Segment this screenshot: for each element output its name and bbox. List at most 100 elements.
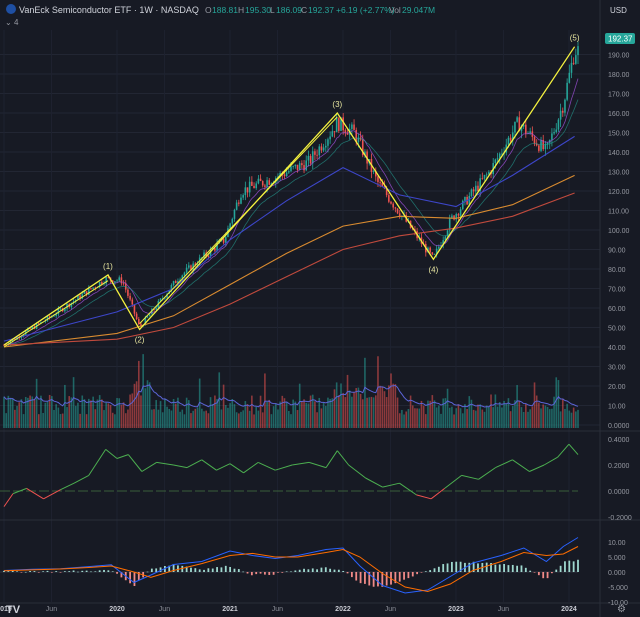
candle-body [377,176,379,183]
oscillator-tick-label: 0.4000 [608,437,630,444]
price-tick-label: 160.00 [608,111,630,118]
price-chart[interactable]: (1) (2) (3) (4) (5) 190.00 180.00 170.00 160.00… [0,0,640,617]
tradingview-logo[interactable]: TV [6,604,21,616]
volume-bar [268,399,271,428]
volume-bar [416,408,418,428]
volume-bar [411,405,414,428]
candle-body [372,170,375,172]
volume-bar [479,404,481,428]
candle-body [333,131,336,133]
volume-bar [453,414,455,428]
macd-histogram-bar [507,565,510,572]
wave-label: (5) [570,34,580,43]
candle-body [268,180,271,185]
symbol-title[interactable]: VanEck Semiconductor ETF · 1W · NASDAQ [19,5,199,15]
candle-body [544,144,547,150]
volume-bar [548,409,551,428]
volume-bar [488,406,490,428]
volume-bar [96,399,99,428]
volume-bar [151,409,153,428]
volume-bar [381,386,384,428]
indicator-count[interactable]: 4 [14,18,19,27]
macd-histogram-bar [81,570,84,572]
macd-histogram-bar [346,572,349,574]
candle-body [494,159,497,164]
candle-body [453,215,455,220]
candle-body [429,247,431,253]
macd-histogram-bar [546,572,549,579]
candle-body [229,223,231,229]
candle-body [351,124,353,129]
macd-histogram-bar [542,572,545,579]
macd-histogram-bar [437,566,440,572]
price-tick-label: 120.00 [608,189,630,196]
volume-bar [546,406,549,428]
macd-tick-label: 0.000 [608,570,626,577]
candle-body [388,195,390,202]
volume-bar [285,401,288,428]
volume-bar [498,402,501,428]
wave-label: (2) [135,335,145,344]
volume-bar [131,393,134,428]
volume-bar [385,397,388,428]
candle-body [155,307,157,310]
macd-histogram-bar [242,571,245,573]
candle-body [259,178,262,182]
volume-bar [388,385,390,428]
volume-bar [79,413,81,428]
candle-body [242,195,244,198]
volume-bar [322,402,325,428]
volume-bar [431,395,434,428]
macd-histogram-bar [190,567,192,572]
volume-bar [575,411,577,428]
price-tick-label: 10.00 [608,404,626,411]
volume-bar [64,384,66,428]
volume-bar [129,394,131,428]
volume-bar [481,409,484,428]
volume-bar [294,401,297,428]
volume-bar [203,411,205,428]
candle-body [244,187,247,196]
volume-bar [74,405,77,428]
candle-body [496,158,499,160]
oscillator-tick-label: 0.2000 [608,463,630,470]
volume-bar [140,395,142,428]
volume-bar [557,380,560,428]
macd-histogram-bar [329,568,332,572]
candle-body [266,180,268,187]
volume-bar [35,378,38,428]
volume-bar [520,407,523,428]
macd-histogram-bar [63,571,66,572]
candle-body [298,163,301,170]
volume-bar [179,411,181,428]
candle-body [551,133,553,140]
macd-histogram-bar [568,560,571,572]
time-tick-label: 2023 [448,606,464,613]
macd-histogram-bar [133,572,136,587]
macd-tick-label: 5.000 [608,555,626,562]
candle-body [207,256,210,257]
volume-bar [9,397,12,428]
volume-bar [5,413,7,428]
volume-bar [490,394,492,428]
volume-bar [516,385,518,428]
volume-bar [370,396,373,428]
candle-body [553,132,555,134]
macd-histogram-bar [268,572,271,575]
volume-bar [37,414,40,428]
chevron-down-icon[interactable]: ⌄ [5,18,12,27]
currency-label[interactable]: USD [610,6,627,15]
candle-body [307,155,310,161]
macd-histogram-bar [111,571,114,572]
macd-histogram-bar [250,572,253,576]
macd-histogram-bar [420,572,423,573]
price-tick-label: 100.00 [608,228,630,235]
candle-body [514,121,516,133]
volume-bar [422,405,425,428]
volume-bar [14,409,16,428]
volume-bar [107,403,110,428]
volume-bar [318,397,321,428]
macd-histogram-bar [237,569,240,572]
volume-bar [501,407,503,428]
gear-icon[interactable]: ⚙ [617,604,626,615]
